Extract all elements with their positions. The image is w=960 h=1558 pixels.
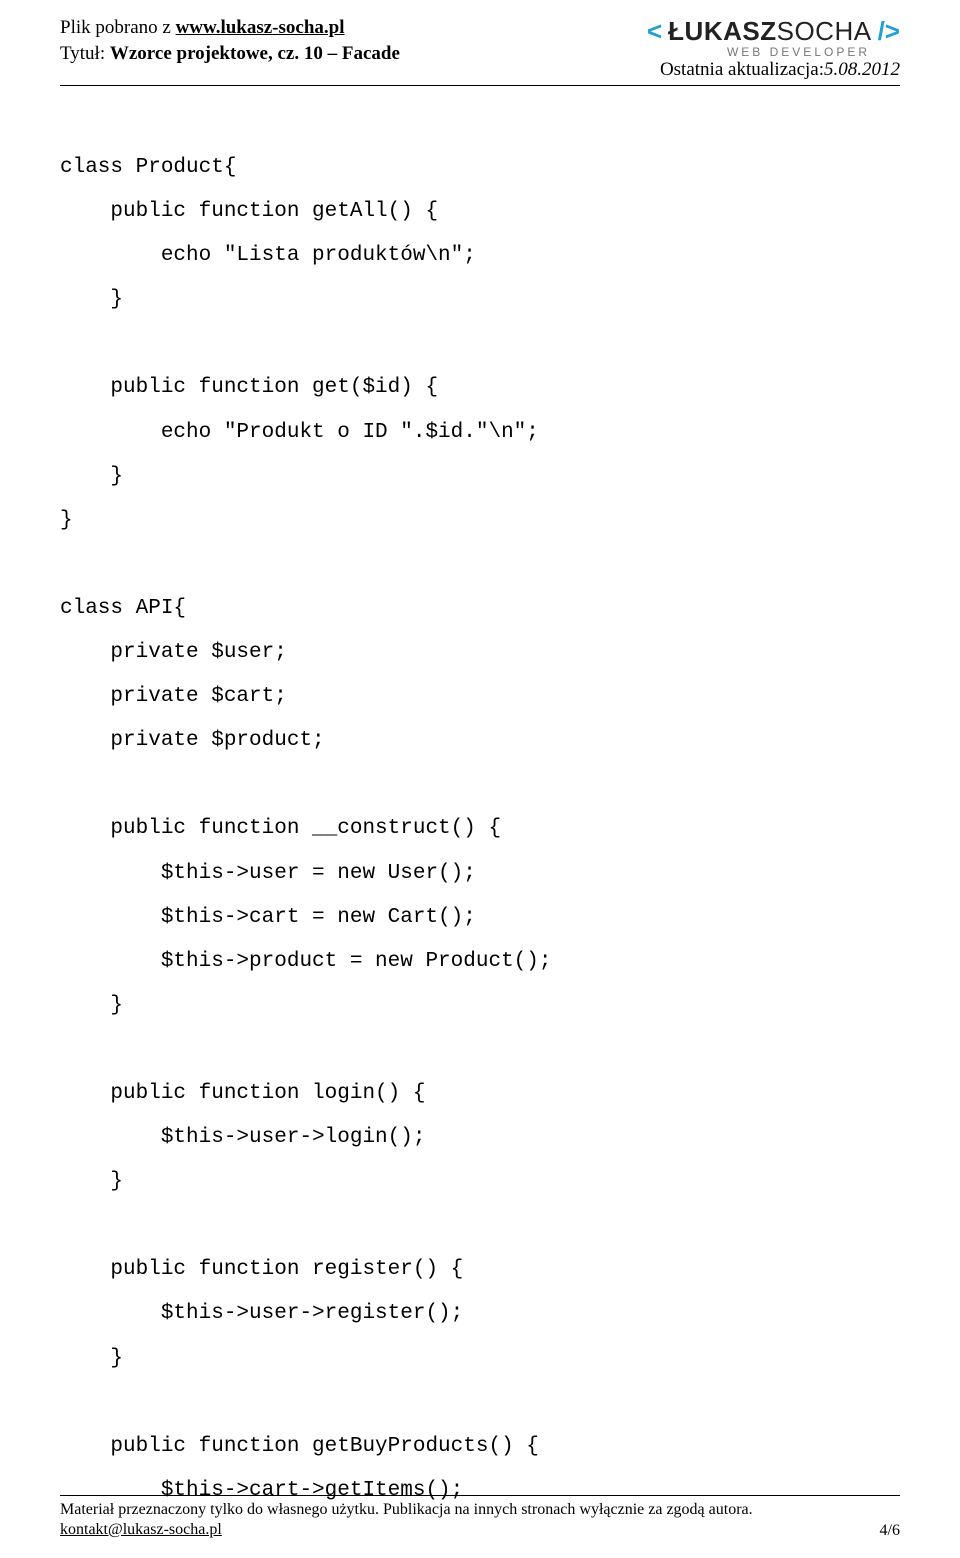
last-updated: Ostatnia aktualizacja:5.08.2012 — [647, 59, 900, 81]
header-title-line: Tytuł: Wzorce projektowe, cz. 10 – Facad… — [60, 42, 400, 66]
logo-text-first: ŁUKASZ — [668, 16, 776, 46]
logo-subtitle: WEB DEVELOPER — [647, 45, 900, 59]
logo-bracket-open-icon: < — [647, 16, 662, 47]
footer-disclaimer: Materiał przeznaczony tylko do własnego … — [60, 1500, 753, 1520]
logo-bracket-close-icon: /> — [878, 16, 900, 47]
header-source-prefix: Plik pobrano z — [60, 17, 176, 38]
header-title-prefix: Tytuł: — [60, 43, 110, 64]
document-footer: Materiał przeznaczony tylko do własnego … — [60, 1495, 900, 1540]
last-updated-date: 5.08.2012 — [824, 59, 900, 80]
header-right: < ŁUKASZSOCHA /> WEB DEVELOPER Ostatnia … — [647, 16, 900, 81]
site-logo: < ŁUKASZSOCHA /> — [647, 16, 900, 47]
last-updated-label: Ostatnia aktualizacja: — [660, 59, 824, 80]
header-left: Plik pobrano z www.lukasz-socha.pl Tytuł… — [60, 16, 400, 66]
code-block: class Product{ public function getAll() … — [60, 146, 900, 1513]
header-title-text: Wzorce projektowe, cz. 10 – Facade — [110, 43, 400, 64]
logo-text-last: SOCHA — [777, 16, 872, 46]
page-number: 4/6 — [880, 1522, 900, 1540]
document-page: Plik pobrano z www.lukasz-socha.pl Tytuł… — [0, 0, 960, 1558]
header-source-line: Plik pobrano z www.lukasz-socha.pl — [60, 16, 400, 40]
header-divider — [60, 85, 900, 86]
footer-left: Materiał przeznaczony tylko do własnego … — [60, 1500, 753, 1540]
footer-divider — [60, 1495, 900, 1496]
header-source-link[interactable]: www.lukasz-socha.pl — [176, 17, 345, 38]
document-header: Plik pobrano z www.lukasz-socha.pl Tytuł… — [60, 16, 900, 81]
footer-contact-link[interactable]: kontakt@lukasz-socha.pl — [60, 1521, 222, 1538]
